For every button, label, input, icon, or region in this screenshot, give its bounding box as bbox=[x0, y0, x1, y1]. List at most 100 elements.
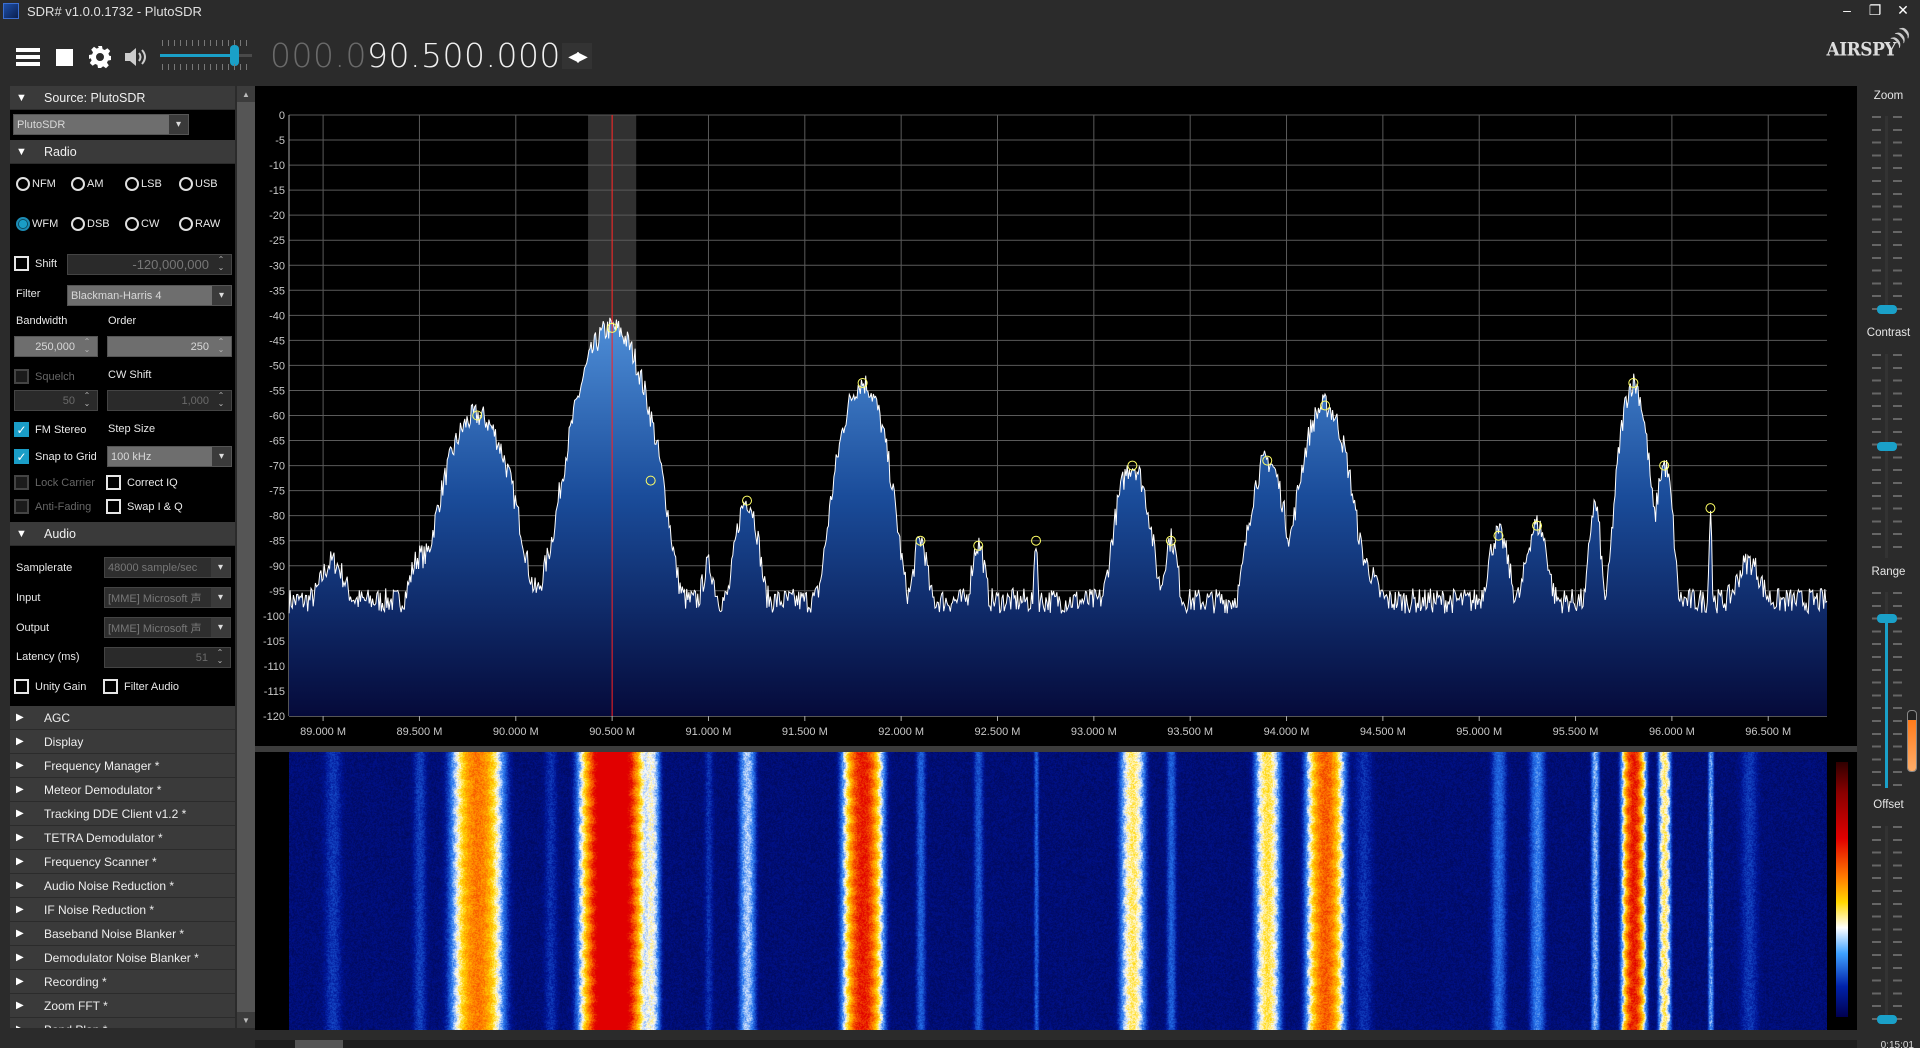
x-tick-label: 96.500 M bbox=[1745, 726, 1791, 738]
snap-to-grid-checkbox[interactable]: ✓ Snap to Grid bbox=[14, 449, 97, 464]
source-device-select[interactable]: PlutoSDR ▾ bbox=[13, 114, 189, 135]
scrollbar-thumb[interactable] bbox=[295, 1040, 343, 1048]
latency-label: Latency (ms) bbox=[16, 651, 80, 663]
section-audio-header[interactable]: ▼ Audio bbox=[10, 522, 235, 546]
mode-radio-dsb[interactable]: DSB bbox=[71, 217, 110, 231]
swap-iq-checkbox[interactable]: Swap I & Q bbox=[106, 499, 183, 514]
volume-thumb[interactable] bbox=[229, 45, 239, 66]
section-radio-header[interactable]: ▼ Radio bbox=[10, 140, 235, 164]
spin-arrows-icon[interactable]: ⌃ ⌄ bbox=[80, 392, 94, 408]
frequency-digits[interactable]: 90.500.000 bbox=[367, 36, 561, 75]
waterfall-canvas[interactable] bbox=[289, 752, 1827, 1030]
mode-radio-am[interactable]: AM bbox=[71, 177, 104, 191]
slider-thumb[interactable] bbox=[1877, 614, 1897, 624]
x-tick-label: 90.000 M bbox=[493, 726, 539, 738]
mode-radio-raw[interactable]: RAW bbox=[179, 217, 220, 231]
fm-stereo-checkbox[interactable]: ✓ FM Stereo bbox=[14, 422, 86, 437]
restore-button[interactable]: ❐ bbox=[1862, 0, 1888, 20]
plugin-frequency-manager[interactable]: ▶ Frequency Manager * bbox=[10, 754, 235, 778]
plugin-display[interactable]: ▶ Display bbox=[10, 730, 235, 754]
plugin-if-noise-reduction[interactable]: ▶ IF Noise Reduction * bbox=[10, 898, 235, 922]
slider-thumb[interactable] bbox=[1877, 1015, 1897, 1024]
audio-output-select[interactable]: [MME] Microsoft 声 ▾ bbox=[104, 617, 231, 638]
mute-button[interactable] bbox=[120, 42, 152, 72]
range-slider[interactable] bbox=[1872, 592, 1902, 788]
y-tick-label: -50 bbox=[269, 360, 285, 372]
plugin-frequency-scanner[interactable]: ▶ Frequency Scanner * bbox=[10, 850, 235, 874]
unity-gain-checkbox[interactable]: Unity Gain bbox=[14, 679, 86, 694]
waterfall[interactable] bbox=[255, 752, 1857, 1030]
plugin-tetra-demodulator[interactable]: ▶ TETRA Demodulator * bbox=[10, 826, 235, 850]
slider-thumb[interactable] bbox=[1877, 305, 1897, 314]
horizontal-scrollbar[interactable] bbox=[255, 1040, 1857, 1048]
mode-radio-usb[interactable]: USB bbox=[179, 177, 218, 191]
plugin-audio-noise-reduction[interactable]: ▶ Audio Noise Reduction * bbox=[10, 874, 235, 898]
order-input[interactable]: 250 ⌃ ⌄ bbox=[107, 336, 232, 357]
spin-arrows-icon[interactable]: ⌃ ⌄ bbox=[214, 338, 228, 354]
plugin-baseband-noise-blanker[interactable]: ▶ Baseband Noise Blanker * bbox=[10, 922, 235, 946]
scroll-down-arrow-icon[interactable]: ▼ bbox=[237, 1012, 255, 1028]
slider-track bbox=[1885, 354, 1888, 558]
scroll-up-arrow-icon[interactable]: ▲ bbox=[237, 86, 255, 102]
expand-triangle-icon: ▶ bbox=[16, 928, 24, 939]
mode-label: NFM bbox=[32, 178, 56, 190]
plugin-band-plan[interactable]: ▶ Band Plan * bbox=[10, 1018, 235, 1028]
squelch-checkbox[interactable]: Squelch bbox=[14, 369, 75, 384]
lock-carrier-checkbox[interactable]: Lock Carrier bbox=[14, 475, 95, 490]
close-button[interactable]: ✕ bbox=[1890, 0, 1916, 20]
left-panel-scrollbar[interactable]: ▲ ▼ bbox=[237, 86, 255, 1028]
cw-shift-input[interactable]: 1,000 ⌃ ⌄ bbox=[107, 390, 232, 411]
plugin-agc[interactable]: ▶ AGC bbox=[10, 706, 235, 730]
shift-frequency-input[interactable]: -120,000,000 ⌃ ⌄ bbox=[67, 254, 232, 275]
checkbox-label: FM Stereo bbox=[35, 423, 87, 436]
x-tick-label: 93.500 M bbox=[1167, 726, 1213, 738]
shift-checkbox[interactable]: Shift bbox=[14, 256, 57, 271]
checkbox-label: Correct IQ bbox=[127, 476, 178, 489]
filter-audio-checkbox[interactable]: Filter Audio bbox=[103, 679, 179, 694]
plugin-tracking-dde-client-v1-2[interactable]: ▶ Tracking DDE Client v1.2 * bbox=[10, 802, 235, 826]
plugin-zoom-fft[interactable]: ▶ Zoom FFT * bbox=[10, 994, 235, 1018]
plugin-demodulator-noise-blanker[interactable]: ▶ Demodulator Noise Blanker * bbox=[10, 946, 235, 970]
spin-arrows-icon[interactable]: ⌃ ⌄ bbox=[80, 338, 94, 354]
bandwidth-input[interactable]: 250,000 ⌃ ⌄ bbox=[14, 336, 98, 357]
mode-radio-lsb[interactable]: LSB bbox=[125, 177, 162, 191]
x-tick-label: 92.500 M bbox=[975, 726, 1021, 738]
squelch-input[interactable]: 50 ⌃ ⌄ bbox=[14, 390, 98, 411]
section-source-header[interactable]: ▼ Source: PlutoSDR bbox=[10, 86, 235, 110]
mode-radio-nfm[interactable]: NFM bbox=[16, 177, 56, 191]
spectrum-chart[interactable]: 0 -5 -10 -15 -20 -25 -30 -35 -40 -45 -50 -55 -60 -65 -… bbox=[255, 86, 1857, 746]
tuning-mode-toggle[interactable]: ◀▶ bbox=[562, 43, 592, 69]
stop-button[interactable] bbox=[48, 42, 80, 72]
samplerate-select[interactable]: 48000 sample/sec ▾ bbox=[104, 557, 231, 578]
mode-radio-wfm[interactable]: WFM bbox=[16, 217, 58, 231]
mode-label: DSB bbox=[87, 218, 110, 230]
input-label: Input bbox=[16, 592, 41, 604]
slider-thumb[interactable] bbox=[1877, 441, 1897, 451]
expand-triangle-icon: ▶ bbox=[16, 736, 24, 747]
frequency-display[interactable]: 000.090.500.000 bbox=[270, 36, 561, 75]
spin-arrows-icon[interactable]: ⌃ ⌄ bbox=[214, 392, 228, 408]
squelch-value: 50 bbox=[62, 394, 75, 407]
plugin-meteor-demodulator[interactable]: ▶ Meteor Demodulator * bbox=[10, 778, 235, 802]
expand-triangle-icon: ▶ bbox=[16, 760, 24, 771]
plugin-recording[interactable]: ▶ Recording * bbox=[10, 970, 235, 994]
volume-slider[interactable] bbox=[160, 38, 252, 72]
audio-input-select[interactable]: [MME] Microsoft 声 ▾ bbox=[104, 587, 231, 608]
contrast-slider[interactable] bbox=[1872, 354, 1902, 558]
filter-select[interactable]: Blackman-Harris 4 ▾ bbox=[67, 285, 232, 306]
signal-level-fill bbox=[1908, 720, 1916, 771]
frequency-leading-digits[interactable]: 000.0 bbox=[270, 36, 367, 75]
spectrum-analyzer[interactable]: 0 -5 -10 -15 -20 -25 -30 -35 -40 -45 -50 -55 -60 -65 -… bbox=[255, 86, 1857, 746]
menu-button[interactable] bbox=[12, 42, 44, 72]
settings-button[interactable] bbox=[84, 42, 116, 72]
correct-iq-checkbox[interactable]: Correct IQ bbox=[106, 475, 178, 490]
spin-arrows-icon[interactable]: ⌃ ⌄ bbox=[213, 649, 227, 665]
anti-fading-checkbox[interactable]: Anti-Fading bbox=[14, 499, 91, 514]
offset-slider[interactable] bbox=[1872, 826, 1902, 1024]
spin-arrows-icon[interactable]: ⌃ ⌄ bbox=[214, 256, 228, 272]
zoom-slider[interactable] bbox=[1872, 116, 1902, 314]
latency-input[interactable]: 51 ⌃ ⌄ bbox=[104, 647, 231, 668]
mode-radio-cw[interactable]: CW bbox=[125, 217, 159, 231]
minimize-button[interactable]: – bbox=[1834, 0, 1860, 20]
step-size-select[interactable]: 100 kHz ▾ bbox=[107, 446, 232, 467]
